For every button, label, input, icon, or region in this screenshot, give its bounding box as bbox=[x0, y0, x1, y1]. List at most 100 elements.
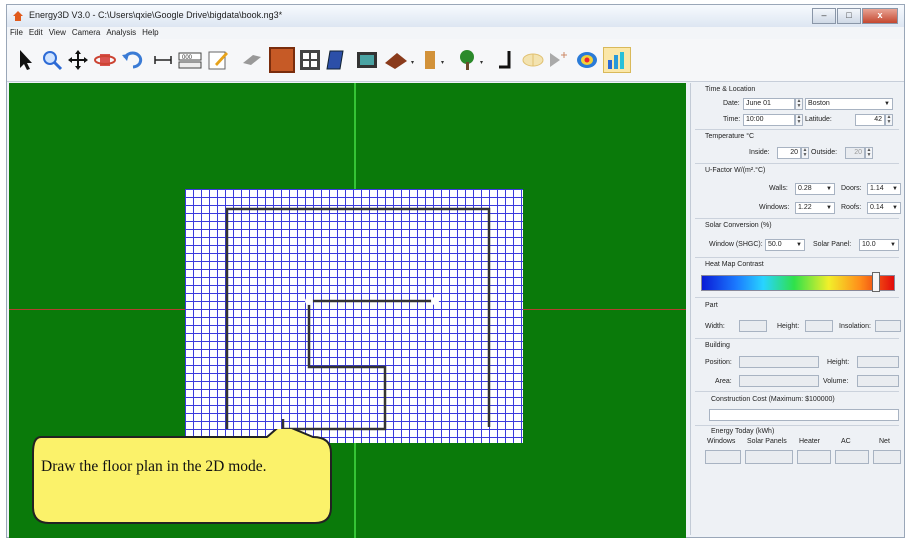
construction-cost-bar bbox=[709, 409, 899, 421]
sun-icon[interactable] bbox=[521, 47, 545, 73]
shgc-dropdown[interactable]: 50.0 ▼ bbox=[765, 239, 805, 251]
windows-label: Windows: bbox=[759, 204, 790, 211]
heatmap-icon[interactable] bbox=[575, 47, 599, 73]
solar-panel-label: Solar Panel: bbox=[813, 241, 852, 248]
position-field bbox=[739, 356, 819, 368]
divider bbox=[695, 297, 899, 298]
wall-icon[interactable] bbox=[269, 47, 295, 73]
person-icon[interactable] bbox=[495, 47, 517, 73]
energy-col-net: Net bbox=[879, 438, 890, 445]
heatmap-slider-handle[interactable] bbox=[871, 272, 880, 292]
latitude-spinner[interactable]: ▲ ▼ bbox=[885, 114, 893, 126]
date-spinner[interactable]: ▲ ▼ bbox=[795, 98, 803, 110]
eraser-icon[interactable] bbox=[241, 47, 263, 73]
menu-analysis[interactable]: Analysis bbox=[103, 27, 139, 39]
windows-ufactor-dropdown[interactable]: 1.22 ▼ bbox=[795, 202, 835, 214]
select-arrow-icon[interactable] bbox=[17, 47, 35, 73]
properties-panel: Time & Location Date: June 01 ▲ ▼ Boston ▼… bbox=[690, 83, 903, 535]
heatmap-heading: Heat Map Contrast bbox=[705, 261, 764, 268]
shgc-value: 50.0 bbox=[768, 241, 782, 248]
door-icon[interactable] bbox=[419, 47, 453, 73]
building-height-label: Height: bbox=[827, 359, 850, 366]
toolbar: 000 bbox=[7, 39, 904, 82]
menu-camera[interactable]: Camera bbox=[69, 27, 103, 39]
latitude-field[interactable]: 42 bbox=[855, 114, 885, 126]
menu-view[interactable]: View bbox=[46, 27, 69, 39]
energy-ac-field bbox=[835, 450, 869, 464]
chevron-down-icon: ▼ bbox=[892, 186, 898, 192]
divider bbox=[695, 129, 899, 130]
measure-icon[interactable] bbox=[153, 47, 173, 73]
annotate-icon[interactable] bbox=[207, 47, 229, 73]
energy-col-heater: Heater bbox=[799, 438, 821, 445]
move-icon[interactable] bbox=[67, 47, 89, 73]
chart-icon[interactable] bbox=[603, 47, 631, 73]
time-spinner[interactable]: ▲ ▼ bbox=[795, 114, 803, 126]
zoom-icon[interactable] bbox=[41, 47, 63, 73]
divider bbox=[695, 163, 899, 164]
construction-cost-heading: Construction Cost (Maximum: $100000) bbox=[711, 396, 835, 403]
floor-icon[interactable] bbox=[355, 47, 379, 73]
app-window: Energy3D V3.0 - C:\Users\qxie\Google Dri… bbox=[6, 4, 905, 538]
divider bbox=[695, 257, 899, 258]
play-icon[interactable] bbox=[547, 47, 571, 73]
roof-icon[interactable] bbox=[383, 47, 417, 73]
part-width-label: Width: bbox=[705, 323, 725, 330]
window-icon[interactable] bbox=[299, 47, 321, 73]
divider bbox=[695, 391, 899, 392]
menu-file[interactable]: File bbox=[7, 27, 26, 39]
rotate-icon[interactable] bbox=[93, 47, 117, 73]
time-label: Time: bbox=[723, 116, 741, 123]
divider bbox=[695, 338, 899, 339]
ufactor-heading: U-Factor W/(m².°C) bbox=[705, 167, 766, 174]
energy-solar-field bbox=[745, 450, 793, 464]
volume-label: Volume: bbox=[823, 378, 849, 385]
menu-edit[interactable]: Edit bbox=[26, 27, 46, 39]
position-label: Position: bbox=[705, 359, 732, 366]
city-value: Boston bbox=[808, 100, 830, 107]
solar-panel-icon[interactable] bbox=[325, 47, 345, 73]
app-logo-icon bbox=[13, 11, 23, 21]
solar-panel-dropdown[interactable]: 10.0 ▼ bbox=[859, 239, 899, 251]
title-bar: Energy3D V3.0 - C:\Users\qxie\Google Dri… bbox=[7, 5, 904, 28]
windows-value: 1.22 bbox=[798, 204, 812, 211]
part-height-label: Height: bbox=[777, 323, 800, 330]
wall-handle[interactable] bbox=[305, 297, 313, 305]
roofs-ufactor-dropdown[interactable]: 0.14 ▼ bbox=[867, 202, 901, 214]
inside-temp-spinner[interactable]: ▲ ▼ bbox=[801, 147, 809, 159]
time-field[interactable]: 10:00 bbox=[743, 114, 795, 126]
3d-viewport[interactable]: Draw the floor plan in the 2D mode. bbox=[9, 83, 686, 538]
energy-net-field bbox=[873, 450, 901, 464]
doors-value: 1.14 bbox=[870, 185, 884, 192]
doors-ufactor-dropdown[interactable]: 1.14 ▼ bbox=[867, 183, 901, 195]
note-icon[interactable]: 000 bbox=[177, 47, 203, 73]
menu-help[interactable]: Help bbox=[139, 27, 161, 39]
close-button[interactable]: x bbox=[862, 8, 898, 24]
temperature-heading: Temperature °C bbox=[705, 133, 755, 140]
roofs-value: 0.14 bbox=[870, 204, 884, 211]
divider bbox=[695, 425, 899, 426]
walls-value: 0.28 bbox=[798, 185, 812, 192]
outside-temp-field: 20 bbox=[845, 147, 865, 159]
city-dropdown[interactable]: Boston ▼ bbox=[805, 98, 893, 110]
energy-today-heading: Energy Today (kWh) bbox=[711, 428, 775, 435]
area-field bbox=[739, 375, 819, 387]
wall-handle[interactable] bbox=[431, 297, 439, 305]
undo-icon[interactable] bbox=[121, 47, 145, 73]
solar-panel-value: 10.0 bbox=[862, 241, 876, 248]
chevron-down-icon: ▼ bbox=[796, 242, 802, 248]
callout-text: Draw the floor plan in the 2D mode. bbox=[41, 458, 267, 475]
heatmap-contrast-slider[interactable] bbox=[701, 275, 895, 291]
chevron-down-icon: ▼ bbox=[890, 242, 896, 248]
window-title: Energy3D V3.0 - C:\Users\qxie\Google Dri… bbox=[29, 10, 283, 20]
part-width-field bbox=[739, 320, 767, 332]
tree-icon[interactable] bbox=[455, 47, 491, 73]
chevron-down-icon: ▼ bbox=[826, 186, 832, 192]
minimize-button[interactable]: – bbox=[812, 8, 836, 24]
insolation-field bbox=[875, 320, 901, 332]
inside-temp-field[interactable]: 20 bbox=[777, 147, 801, 159]
walls-ufactor-dropdown[interactable]: 0.28 ▼ bbox=[795, 183, 835, 195]
date-field[interactable]: June 01 bbox=[743, 98, 795, 110]
maximize-button[interactable]: □ bbox=[837, 8, 861, 24]
date-label: Date: bbox=[723, 100, 740, 107]
